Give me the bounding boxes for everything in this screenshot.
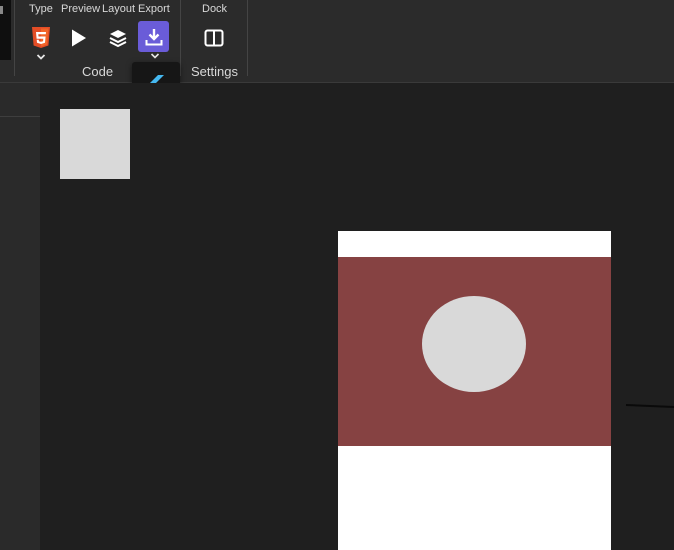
preview-button[interactable] xyxy=(63,22,95,54)
left-stub-indicator xyxy=(0,6,3,14)
code-group-label: Code xyxy=(82,64,114,79)
split-panel-icon xyxy=(204,29,224,47)
toolbar-divider xyxy=(247,0,248,76)
left-side-panel xyxy=(0,83,40,550)
type-chevron-down-icon[interactable] xyxy=(36,53,46,61)
download-icon xyxy=(145,28,162,45)
play-icon xyxy=(72,29,86,47)
toolbar: Type Preview Layout Export Code Dock Set… xyxy=(0,0,674,83)
toolbar-divider xyxy=(14,0,15,76)
type-label: Type xyxy=(29,3,53,15)
dock-label: Dock xyxy=(202,3,228,15)
export-chevron-down-icon[interactable] xyxy=(150,52,160,60)
preview-label: Preview xyxy=(61,3,101,15)
settings-group-label: Settings xyxy=(191,64,238,79)
left-panel-stub xyxy=(0,0,11,60)
type-button[interactable] xyxy=(25,22,57,54)
export-button[interactable] xyxy=(138,21,169,52)
toolbar-divider xyxy=(180,0,181,76)
layers-icon xyxy=(109,30,127,48)
layout-label: Layout xyxy=(102,3,136,15)
panel-divider xyxy=(0,116,40,117)
rectangle-shape[interactable] xyxy=(60,109,130,179)
ellipse-shape[interactable] xyxy=(422,296,526,392)
layout-button[interactable] xyxy=(102,22,134,54)
html5-icon xyxy=(32,27,50,48)
dock-button[interactable] xyxy=(198,22,230,54)
connector-line[interactable] xyxy=(624,400,674,412)
export-label: Export xyxy=(138,3,170,15)
